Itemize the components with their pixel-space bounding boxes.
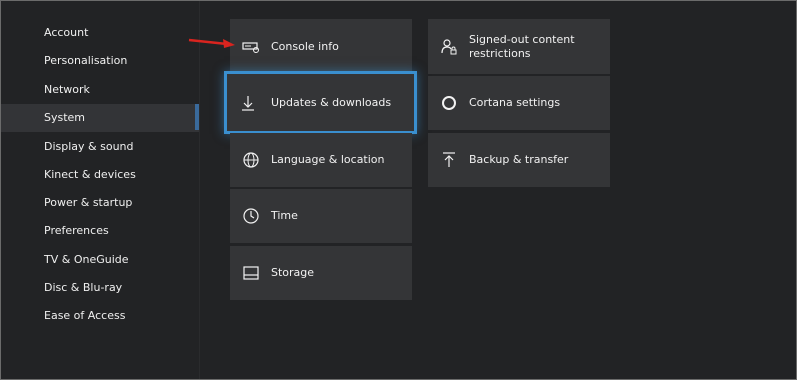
sidebar-item-system[interactable]: System (0, 104, 199, 132)
sidebar-item-network[interactable]: Network (0, 76, 199, 104)
upload-arrow-icon (443, 152, 455, 167)
storage-icon (243, 266, 259, 280)
settings-sidebar: Account Personalisation Network System D… (0, 0, 199, 380)
tile-backup-transfer[interactable]: Backup & transfer (428, 133, 610, 187)
sidebar-item-disc-bluray[interactable]: Disc & Blu-ray (0, 274, 199, 302)
tile-storage[interactable]: Storage (230, 246, 412, 300)
globe-icon (243, 152, 259, 168)
tile-language-location[interactable]: Language & location (230, 133, 412, 187)
tile-label: Console info (271, 39, 339, 53)
tile-label: Cortana settings (469, 96, 561, 109)
sidebar-item-kinect-devices[interactable]: Kinect & devices (0, 161, 199, 189)
sidebar-item-tv-oneguide[interactable]: TV & OneGuide (0, 246, 199, 274)
cortana-circle-icon (442, 96, 456, 110)
tile-label-line1: Signed-out content (469, 32, 575, 46)
tile-time[interactable]: Time (230, 189, 412, 243)
clock-icon (243, 208, 259, 224)
sidebar-item-display-sound[interactable]: Display & sound (0, 133, 199, 161)
red-annotation-arrow-icon (188, 38, 235, 48)
user-lock-icon (441, 38, 457, 54)
tile-cortana-settings[interactable]: Cortana settings (428, 76, 610, 130)
tile-updates-downloads[interactable]: Updates & downloads (224, 71, 417, 134)
tile-label: Updates & downloads (271, 95, 392, 109)
sidebar-item-ease-of-access[interactable]: Ease of Access (0, 302, 199, 330)
sidebar-divider (199, 0, 200, 380)
sidebar-item-preferences[interactable]: Preferences (0, 217, 199, 245)
tile-label: Signed-out content restrictions (469, 33, 575, 61)
tile-label: Language & location (271, 153, 385, 166)
download-arrow-icon (242, 95, 254, 111)
sidebar-item-account[interactable]: Account (0, 19, 199, 47)
sidebar-item-personalisation[interactable]: Personalisation (0, 47, 199, 75)
tile-label: Time (271, 209, 298, 222)
tile-signed-out-content-restrictions[interactable]: Signed-out content restrictions (428, 19, 610, 74)
tile-label: Storage (271, 266, 315, 279)
tile-label-line2: restrictions (469, 46, 531, 60)
sidebar-item-power-startup[interactable]: Power & startup (0, 189, 199, 217)
tile-console-info[interactable]: Console info (230, 19, 412, 74)
tile-label: Backup & transfer (469, 153, 569, 166)
console-info-icon (242, 41, 259, 53)
